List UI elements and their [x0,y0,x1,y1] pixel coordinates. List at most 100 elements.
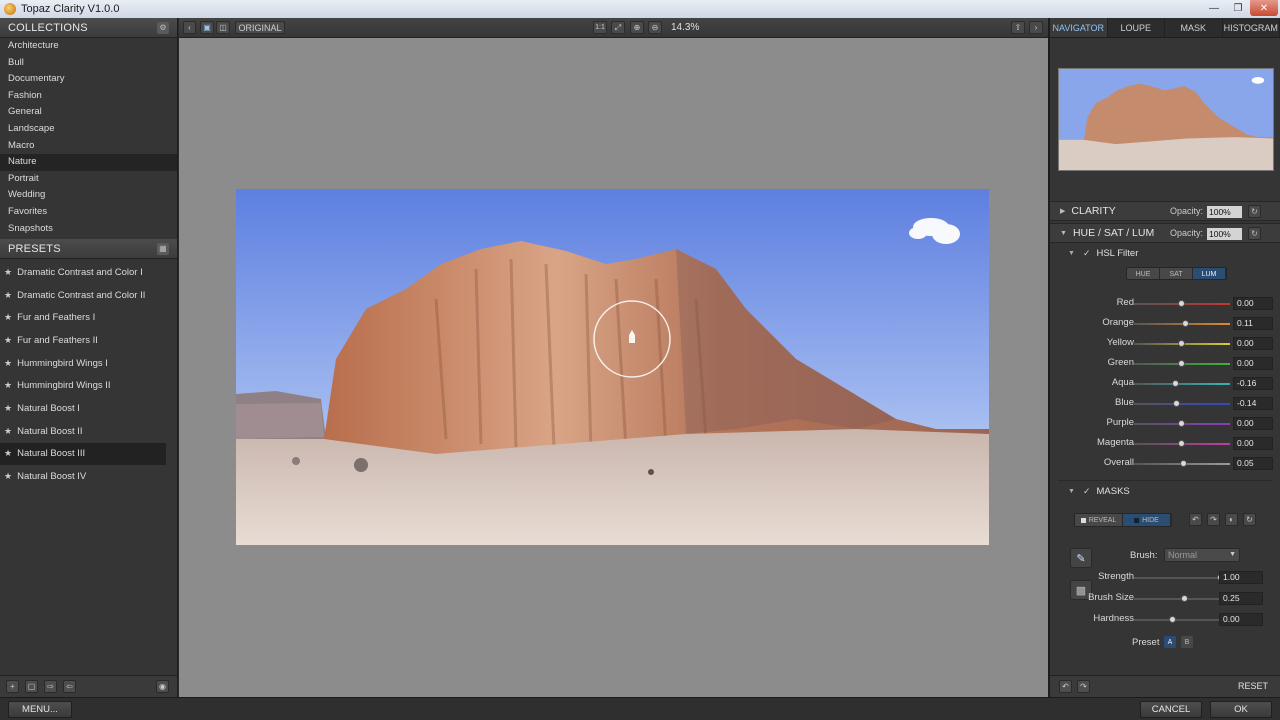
slider-blue[interactable]: Blue -0.14 [1050,394,1280,414]
undo-mask-icon[interactable]: ↶ [1189,513,1202,526]
preset-item[interactable]: ★ Hummingbird Wings II [0,375,166,398]
undo-icon[interactable]: ↶ [1059,680,1072,693]
preset-item[interactable]: ★ Fur and Feathers II [0,329,166,352]
brush-tool-icon[interactable]: ✎ [1070,548,1092,568]
original-button[interactable]: ORIGINAL [235,21,285,34]
slider-value[interactable]: 0.00 [1233,437,1273,450]
star-icon[interactable]: ★ [4,471,12,482]
masks-header[interactable]: ▼ ✓ MASKS [1068,486,1130,497]
collapse-right-icon[interactable]: › [1029,21,1043,34]
slider-track[interactable] [1134,403,1230,405]
star-icon[interactable]: ★ [4,403,12,414]
strength-value[interactable]: 1.00 [1219,571,1263,584]
slider-green[interactable]: Green 0.00 [1050,354,1280,374]
collection-item[interactable]: Nature [0,154,177,171]
redo-mask-icon[interactable]: ↷ [1207,513,1220,526]
tab-mask[interactable]: MASK [1165,18,1223,37]
star-icon[interactable]: ★ [4,358,12,369]
preset-item[interactable]: ★ Natural Boost II [0,420,166,443]
preset-item[interactable]: ★ Natural Boost III [0,442,166,466]
collection-item[interactable]: Snapshots [0,221,177,238]
brush-size-slider[interactable]: Brush Size 0.25 [1050,589,1280,609]
star-icon[interactable]: ★ [4,335,12,346]
reveal-button[interactable]: REVEAL [1075,514,1123,526]
main-photo[interactable] [236,189,989,545]
slider-knob[interactable] [1172,380,1180,387]
hide-button[interactable]: HIDE [1123,514,1171,526]
add-icon[interactable]: + [6,680,19,693]
hsl-filter-header[interactable]: ▼ ✓ HSL Filter [1068,248,1138,259]
slider-value[interactable]: 0.00 [1233,357,1273,370]
hsl-opacity-select[interactable]: 100% [1207,228,1242,240]
preset-item[interactable]: ★ Dramatic Contrast and Color I [0,261,166,284]
masks-arrow-icon[interactable]: ▼ [1068,488,1075,495]
star-icon[interactable]: ★ [4,448,12,459]
brush-size-track[interactable] [1134,598,1219,600]
slider-value[interactable]: 0.00 [1233,297,1273,310]
collection-item[interactable]: Fashion [0,88,177,105]
preset-item[interactable]: ★ Hummingbird Wings I [0,352,166,375]
slider-orange[interactable]: Orange 0.11 [1050,314,1280,334]
navigator-thumbnail[interactable] [1058,68,1274,171]
invert-mask-icon[interactable]: ◐ [1225,513,1238,526]
star-icon[interactable]: ★ [4,267,12,278]
masks-checkbox[interactable]: ✓ [1083,486,1091,497]
split-view-icon[interactable]: ◫ [216,21,230,34]
preset-b-button[interactable]: B [1181,636,1193,648]
slider-value[interactable]: -0.14 [1233,397,1273,410]
hardness-track[interactable] [1134,619,1219,621]
tab-loupe[interactable]: LOUPE [1108,18,1165,37]
redo-icon[interactable]: ↷ [1077,680,1090,693]
zoom-in-icon[interactable]: ⊕ [630,21,644,34]
slider-track[interactable] [1134,383,1230,385]
upload-icon[interactable]: ⇧ [1011,21,1025,34]
presets-grid-icon[interactable]: ▦ [157,242,169,255]
trash-icon[interactable]: ▢ [25,680,38,693]
slider-value[interactable]: 0.00 [1233,417,1273,430]
collections-settings-icon[interactable]: ⚙ [157,21,169,34]
star-icon[interactable]: ★ [4,290,12,301]
slider-knob[interactable] [1178,340,1185,347]
hsl-mode-lum-button[interactable]: LUM [1193,268,1226,279]
expand-arrow-icon[interactable]: ▶ [1060,207,1065,215]
fit-icon[interactable]: ⤢ [611,21,625,34]
preset-item[interactable]: ★ Natural Boost I [0,397,166,420]
hsl-filter-checkbox[interactable]: ✓ [1083,248,1091,259]
hardness-knob[interactable] [1169,616,1176,623]
star-icon[interactable]: ★ [4,426,12,437]
brush-size-knob[interactable] [1181,595,1188,602]
reset-mask-icon[interactable]: ↻ [1243,513,1256,526]
maximize-button[interactable]: ❐ [1226,0,1250,16]
menu-button[interactable]: MENU... [8,701,72,718]
slider-purple[interactable]: Purple 0.00 [1050,414,1280,434]
slider-knob[interactable] [1181,320,1189,327]
zoom-out-icon[interactable]: ⊖ [648,21,662,34]
tab-histogram[interactable]: HISTOGRAM [1223,18,1280,37]
cancel-button[interactable]: CANCEL [1140,701,1202,718]
slider-knob[interactable] [1178,420,1185,427]
collection-item[interactable]: Bull [0,55,177,72]
clarity-panel-header[interactable]: ▶ CLARITY Opacity: 100% ↻ [1050,201,1280,221]
collection-item[interactable]: Documentary [0,71,177,88]
hsl-panel-header[interactable]: ▼ HUE / SAT / LUM Opacity: 100% ↻ [1050,223,1280,243]
presets-header[interactable]: PRESETS ▦ [0,239,177,260]
preset-item[interactable]: ★ Dramatic Contrast and Color II [0,284,166,307]
actual-size-button[interactable]: 1:1 [593,21,607,34]
hsl-filter-arrow-icon[interactable]: ▼ [1068,250,1075,257]
hsl-reset-icon[interactable]: ↻ [1248,227,1261,240]
strength-track[interactable] [1134,577,1230,579]
export-icon[interactable]: ⇦ [63,680,76,693]
collection-item[interactable]: Wedding [0,187,177,204]
slider-knob[interactable] [1178,300,1185,307]
collapse-left-icon[interactable]: ‹ [183,21,196,34]
preset-a-button[interactable]: A [1164,636,1176,648]
slider-aqua[interactable]: Aqua -0.16 [1050,374,1280,394]
minimize-button[interactable]: — [1202,0,1226,16]
collection-item[interactable]: Landscape [0,121,177,138]
collapse-arrow-icon[interactable]: ▼ [1060,230,1067,237]
star-icon[interactable]: ★ [4,380,12,391]
slider-overall[interactable]: Overall 0.05 [1050,454,1280,474]
ok-button[interactable]: OK [1210,701,1272,718]
clarity-reset-icon[interactable]: ↻ [1248,205,1261,218]
single-view-icon[interactable]: ▣ [200,21,214,34]
